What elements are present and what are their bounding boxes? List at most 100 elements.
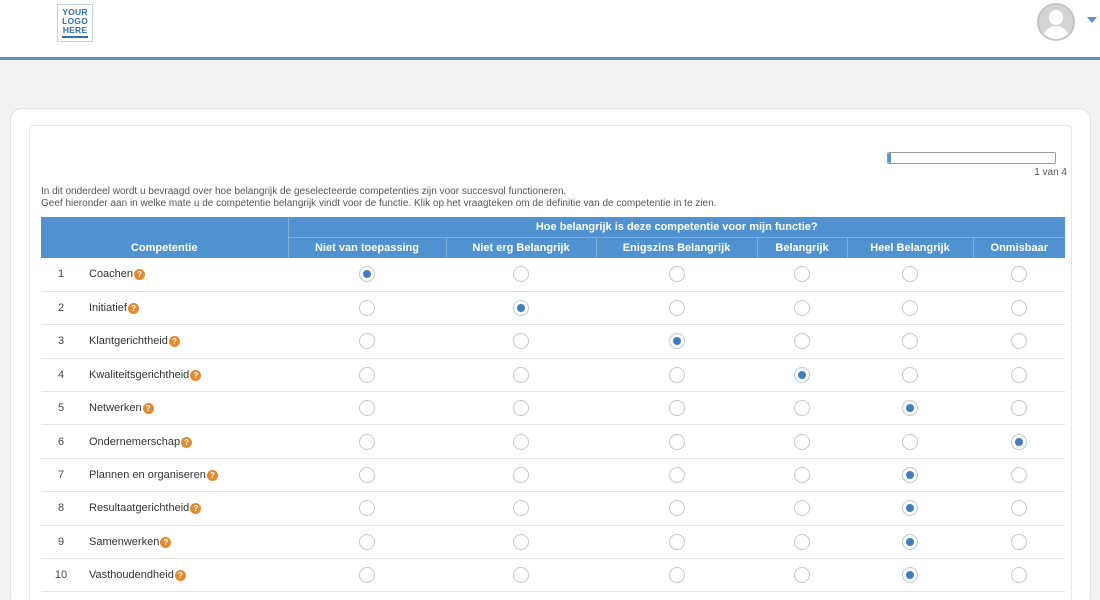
rating-radio[interactable]: [1011, 433, 1027, 450]
rating-radio[interactable]: [359, 300, 375, 317]
rating-radio[interactable]: [359, 433, 375, 450]
option-cell: [288, 491, 446, 526]
table-row: 4 Kwaliteitsgerichtheid?: [41, 358, 1065, 393]
option-cell: [596, 424, 757, 459]
rating-radio[interactable]: [513, 366, 529, 383]
rating-radio[interactable]: [359, 500, 375, 517]
rating-radio[interactable]: [513, 567, 529, 584]
rating-radio[interactable]: [359, 366, 375, 383]
progress-label: 1 van 4: [1034, 167, 1067, 178]
rating-radio[interactable]: [902, 333, 918, 350]
rating-radio[interactable]: [902, 500, 918, 517]
option-header-4: Belangrijk: [756, 237, 847, 258]
rating-radio[interactable]: [1011, 500, 1027, 517]
rating-radio[interactable]: [1011, 300, 1027, 317]
help-question-icon[interactable]: ?: [160, 536, 172, 548]
option-cell: [446, 358, 596, 393]
option-cell: [288, 558, 446, 593]
rating-radio[interactable]: [1011, 567, 1027, 584]
option-cell: [446, 391, 596, 426]
rating-radio[interactable]: [668, 300, 685, 317]
competency-cell: Plannen en organiseren?: [81, 458, 288, 493]
rating-radio[interactable]: [902, 533, 918, 550]
table-row: 5 Netwerken?: [41, 391, 1065, 426]
rating-radio[interactable]: [668, 567, 685, 584]
rating-radio[interactable]: [668, 433, 685, 450]
help-question-icon[interactable]: ?: [127, 303, 139, 315]
rating-radio[interactable]: [902, 433, 918, 450]
rating-radio[interactable]: [1011, 400, 1027, 417]
help-question-icon[interactable]: ?: [206, 470, 218, 482]
logo[interactable]: YOUR LOGO HERE: [57, 4, 93, 42]
row-number: 7: [41, 458, 81, 493]
rating-radio[interactable]: [513, 500, 529, 517]
rating-radio[interactable]: [902, 400, 918, 417]
option-cell: [596, 358, 757, 393]
rating-radio[interactable]: [902, 266, 918, 283]
rating-radio[interactable]: [1011, 467, 1027, 484]
option-cell: [446, 258, 596, 292]
rating-radio[interactable]: [794, 333, 810, 350]
rating-radio[interactable]: [794, 500, 810, 517]
rating-radio[interactable]: [513, 533, 529, 550]
competency-cell: Ondernemerschap?: [81, 424, 288, 459]
rating-radio[interactable]: [668, 500, 685, 517]
option-cell: [847, 424, 973, 459]
rating-radio[interactable]: [359, 400, 375, 417]
rating-radio[interactable]: [513, 433, 529, 450]
help-question-icon[interactable]: ?: [190, 369, 202, 381]
rating-radio[interactable]: [359, 533, 375, 550]
progress-fill: [888, 153, 892, 163]
option-cell: [973, 291, 1065, 326]
user-avatar-icon[interactable]: [1037, 3, 1075, 41]
option-cell: [757, 324, 847, 359]
rating-radio[interactable]: [794, 366, 810, 383]
rating-radio[interactable]: [513, 300, 529, 317]
option-header-1: Niet van toepassing: [287, 237, 446, 258]
rating-radio[interactable]: [668, 400, 685, 417]
rating-radio[interactable]: [902, 567, 918, 584]
rating-radio[interactable]: [794, 400, 810, 417]
intro-text: In dit onderdeel wordt u bevraagd over h…: [41, 186, 941, 210]
help-question-icon[interactable]: ?: [142, 403, 154, 415]
help-question-icon[interactable]: ?: [168, 336, 180, 348]
rating-radio[interactable]: [794, 300, 810, 317]
rating-radio[interactable]: [1011, 533, 1027, 550]
rating-radio[interactable]: [668, 533, 685, 550]
help-question-icon[interactable]: ?: [190, 503, 202, 515]
rating-radio[interactable]: [902, 366, 918, 383]
option-header-5: Heel Belangrijk: [846, 237, 973, 258]
rating-radio[interactable]: [513, 467, 529, 484]
rating-radio[interactable]: [794, 266, 810, 283]
chevron-down-icon[interactable]: [1087, 17, 1097, 23]
rating-radio[interactable]: [668, 366, 685, 383]
rating-radio[interactable]: [1011, 333, 1027, 350]
rating-radio[interactable]: [359, 333, 375, 350]
rating-radio[interactable]: [794, 533, 810, 550]
rating-radio[interactable]: [668, 333, 685, 350]
option-cell: [973, 258, 1065, 292]
rating-radio[interactable]: [1011, 266, 1027, 283]
help-question-icon[interactable]: ?: [134, 269, 146, 281]
option-cell: [596, 558, 757, 593]
rating-radio[interactable]: [668, 266, 685, 283]
avatar-head-shape: [1049, 10, 1063, 25]
rating-radio[interactable]: [513, 266, 529, 283]
table-row: 9 Samenwerken?: [41, 525, 1065, 560]
rating-radio[interactable]: [794, 567, 810, 584]
rating-radio[interactable]: [513, 333, 529, 350]
rating-radio[interactable]: [359, 467, 375, 484]
row-number: 9: [41, 525, 81, 560]
rating-radio[interactable]: [668, 467, 685, 484]
rating-radio[interactable]: [902, 467, 918, 484]
help-question-icon[interactable]: ?: [174, 570, 186, 582]
rating-radio[interactable]: [1011, 366, 1027, 383]
rating-radio[interactable]: [359, 266, 375, 283]
rating-radio[interactable]: [902, 300, 918, 317]
help-question-icon[interactable]: ?: [181, 436, 193, 448]
option-cell: [847, 391, 973, 426]
rating-radio[interactable]: [794, 433, 810, 450]
rating-radio[interactable]: [359, 567, 375, 584]
rating-radio[interactable]: [794, 467, 810, 484]
rating-radio[interactable]: [513, 400, 529, 417]
